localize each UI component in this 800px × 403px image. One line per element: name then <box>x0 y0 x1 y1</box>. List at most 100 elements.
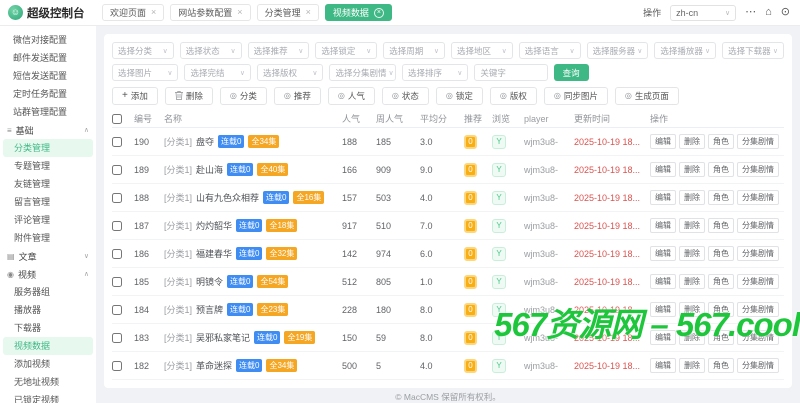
sidebar-section-video[interactable]: ◉ 视频 ∧ <box>0 265 96 283</box>
status-badge[interactable]: Y <box>492 134 506 149</box>
user-icon[interactable]: ⊙ <box>781 7 790 18</box>
filter-select[interactable]: 选择分类 ∨ <box>112 42 174 59</box>
sidebar-item[interactable]: 留言管理 <box>3 193 93 211</box>
status-badge[interactable]: Y <box>492 274 506 289</box>
sidebar-item[interactable]: 定时任务配置 <box>0 85 96 103</box>
recommend-badge[interactable]: 0 <box>464 218 477 233</box>
filter-select[interactable]: 选择下载器 ∨ <box>722 42 784 59</box>
sidebar-item[interactable]: 邮件发送配置 <box>0 49 96 67</box>
select-all-checkbox[interactable] <box>112 113 122 124</box>
row-checkbox[interactable] <box>112 164 122 175</box>
episode-plot-button[interactable]: 分集剧情 <box>737 330 779 345</box>
delete-button[interactable]: 删除 <box>164 87 213 105</box>
recommend-badge[interactable]: 0 <box>464 274 477 289</box>
role-button[interactable]: 角色 <box>708 302 734 317</box>
sidebar-section-basic[interactable]: ≡ 基础 ∧ <box>0 121 96 139</box>
episode-plot-button[interactable]: 分集剧情 <box>737 190 779 205</box>
close-icon[interactable]: × <box>151 8 156 17</box>
sidebar-item[interactable]: 服务器组 <box>3 283 93 301</box>
sidebar-item[interactable]: 附件管理 <box>3 229 93 247</box>
row-checkbox[interactable] <box>112 276 122 287</box>
delete-button[interactable]: 删除 <box>679 274 705 289</box>
episode-plot-button[interactable]: 分集剧情 <box>737 274 779 289</box>
sidebar-item[interactable]: 微信对接配置 <box>0 31 96 49</box>
home-icon[interactable]: ⌂ <box>765 7 772 18</box>
filter-select[interactable]: 选择分集剧情 ∨ <box>329 64 396 81</box>
filter-select[interactable]: 选择周期 ∨ <box>383 42 445 59</box>
filter-select[interactable]: 选择版权 ∨ <box>256 64 324 81</box>
status-badge[interactable]: Y <box>492 190 506 205</box>
status-badge[interactable]: Y <box>492 330 506 345</box>
edit-button[interactable]: 编辑 <box>650 218 676 233</box>
edit-button[interactable]: 编辑 <box>650 246 676 261</box>
tab[interactable]: 欢迎页面 × <box>102 4 165 21</box>
filter-select[interactable]: 选择播放器 ∨ <box>654 42 717 59</box>
sidebar-item[interactable]: 播放器 <box>3 301 93 319</box>
sidebar-item[interactable]: 无地址视频 <box>3 373 93 391</box>
filter-select[interactable]: 选择服务器 ∨ <box>586 42 649 59</box>
tab[interactable]: 网站参数配置 × <box>170 4 251 21</box>
generate-page-button[interactable]: ◎ 生成页面 <box>614 87 679 105</box>
edit-button[interactable]: 编辑 <box>650 162 676 177</box>
delete-button[interactable]: 删除 <box>679 190 705 205</box>
recommend-badge[interactable]: 0 <box>464 330 477 345</box>
episode-plot-button[interactable]: 分集剧情 <box>737 134 779 149</box>
delete-button[interactable]: 删除 <box>679 302 705 317</box>
recommend-badge[interactable]: 0 <box>464 134 477 149</box>
recommend-badge[interactable]: 0 <box>464 302 477 317</box>
copyright-button[interactable]: ◎ 版权 <box>489 87 537 105</box>
status-badge[interactable]: Y <box>492 162 506 177</box>
sidebar-item[interactable]: 下载器 <box>3 319 93 337</box>
close-icon[interactable]: × <box>237 8 242 17</box>
delete-button[interactable]: 删除 <box>679 246 705 261</box>
delete-button[interactable]: 删除 <box>679 358 705 373</box>
status-badge[interactable]: Y <box>492 302 506 317</box>
episode-plot-button[interactable]: 分集剧情 <box>737 358 779 373</box>
row-checkbox[interactable] <box>112 248 122 259</box>
row-checkbox[interactable] <box>112 136 122 147</box>
delete-button[interactable]: 删除 <box>679 218 705 233</box>
lock-button[interactable]: ◎ 锁定 <box>435 87 483 105</box>
edit-button[interactable]: 编辑 <box>650 274 676 289</box>
role-button[interactable]: 角色 <box>708 190 734 205</box>
delete-button[interactable]: 删除 <box>679 134 705 149</box>
search-button[interactable]: 查询 <box>553 64 589 81</box>
row-checkbox[interactable] <box>112 332 122 343</box>
filter-select[interactable]: 选择完结 ∨ <box>184 64 251 81</box>
role-button[interactable]: 角色 <box>708 218 734 233</box>
keyword-input[interactable] <box>474 64 548 81</box>
episode-plot-button[interactable]: 分集剧情 <box>737 302 779 317</box>
close-icon[interactable]: × <box>306 8 311 17</box>
add-button[interactable]: + 添加 <box>112 87 158 105</box>
filter-select[interactable]: 选择地区 ∨ <box>450 42 513 59</box>
edit-button[interactable]: 编辑 <box>650 190 676 205</box>
role-button[interactable]: 角色 <box>708 134 734 149</box>
sidebar-section-article[interactable]: ▤ 文章 ∨ <box>0 247 96 265</box>
sidebar-item[interactable]: 分类管理 <box>3 139 93 157</box>
status-badge[interactable]: Y <box>492 246 506 261</box>
sync-image-button[interactable]: ◎ 同步图片 <box>543 87 608 105</box>
filter-select[interactable]: 选择图片 ∨ <box>112 64 179 81</box>
edit-button[interactable]: 编辑 <box>650 302 676 317</box>
filter-select[interactable]: 选择状态 ∨ <box>179 42 242 59</box>
sidebar-item[interactable]: 视频数据 <box>3 337 93 355</box>
episode-plot-button[interactable]: 分集剧情 <box>737 162 779 177</box>
recommend-badge[interactable]: 0 <box>464 358 477 373</box>
edit-button[interactable]: 编辑 <box>650 358 676 373</box>
hits-button[interactable]: ◎ 人气 <box>327 87 375 105</box>
sidebar-item[interactable]: 添加视频 <box>3 355 93 373</box>
tab[interactable]: 视频数据 × <box>324 4 392 21</box>
filter-select[interactable]: 选择锁定 ∨ <box>315 42 378 59</box>
sidebar-item[interactable]: 站群管理配置 <box>0 103 96 121</box>
sidebar-item[interactable]: 短信发送配置 <box>0 67 96 85</box>
row-checkbox[interactable] <box>112 220 122 231</box>
role-button[interactable]: 角色 <box>708 246 734 261</box>
role-button[interactable]: 角色 <box>708 330 734 345</box>
status-button[interactable]: ◎ 状态 <box>381 87 429 105</box>
edit-button[interactable]: 编辑 <box>650 134 676 149</box>
delete-button[interactable]: 删除 <box>679 330 705 345</box>
row-checkbox[interactable] <box>112 192 122 203</box>
category-button[interactable]: ◎ 分类 <box>219 87 267 105</box>
filter-select[interactable]: 选择语言 ∨ <box>518 42 581 59</box>
tab[interactable]: 分类管理 × <box>256 4 319 21</box>
